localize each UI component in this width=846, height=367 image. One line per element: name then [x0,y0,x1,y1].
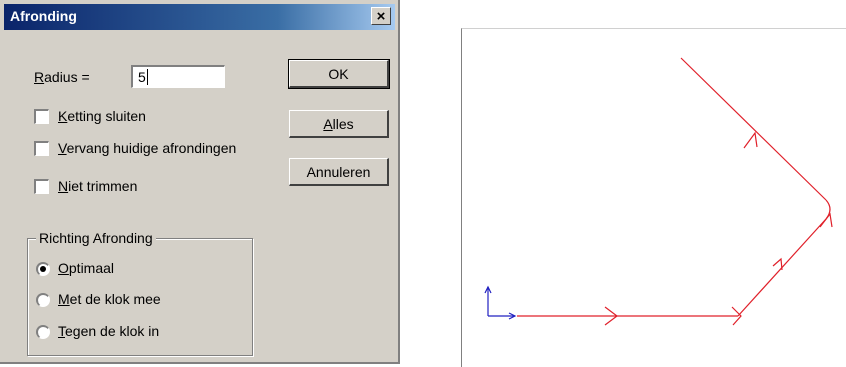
drawing-canvas[interactable] [461,28,846,367]
fillet-path[interactable] [517,57,831,317]
arrow-mark-4 [819,212,833,228]
drawing-svg [484,57,833,326]
direction-arrow-icon [604,131,833,326]
path-segment-diagonal-top [680,57,827,201]
origin-axis-icon [484,285,517,320]
arrow-mark-5 [743,131,758,149]
